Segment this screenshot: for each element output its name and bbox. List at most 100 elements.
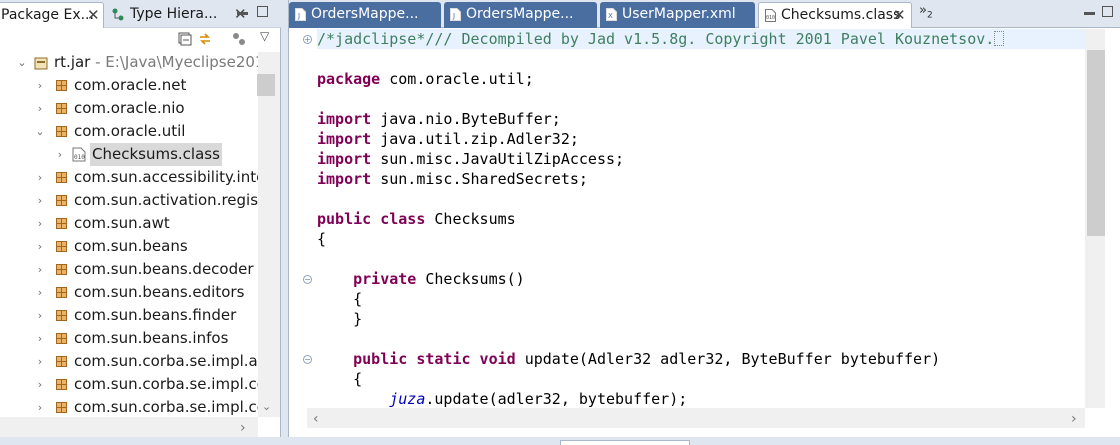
tree-item-package[interactable]: › com.oracle.nio: [0, 97, 258, 120]
scrollbar-thumb[interactable]: [257, 74, 275, 96]
tab-label: Type Hiera...: [130, 6, 218, 22]
tree-item-label: com.sun.beans.infos: [74, 329, 229, 347]
tree-item-package[interactable]: › com.sun.corba.se.impl.cc: [0, 396, 258, 419]
package-icon: [56, 379, 67, 390]
tree-item-package[interactable]: › com.sun.activation.regist: [0, 189, 258, 212]
code-editor: J OrdersMappe... J OrdersMappe... X User…: [288, 0, 1120, 437]
svg-text:010: 010: [766, 15, 775, 21]
tab-type-hierarchy[interactable]: Type Hiera... ✕: [108, 2, 248, 28]
focus-icon[interactable]: [232, 32, 246, 46]
collapse-fold-icon[interactable]: −: [303, 355, 312, 364]
chevron-down-icon[interactable]: ⌄: [16, 51, 28, 74]
tree-item-label: Checksums.class: [90, 143, 222, 166]
tree-item-package[interactable]: ⌄ com.oracle.util: [0, 120, 258, 143]
expand-fold-icon[interactable]: +: [303, 35, 312, 44]
close-icon[interactable]: ✕: [893, 3, 906, 27]
chevron-right-icon[interactable]: ›: [34, 327, 46, 350]
chevron-right-icon[interactable]: ›: [34, 212, 46, 235]
editor-tab-orders-mapper[interactable]: J OrdersMappe...: [289, 2, 441, 28]
maximize-icon[interactable]: [1102, 6, 1113, 17]
tree-item-package[interactable]: › com.sun.beans.editors: [0, 281, 258, 304]
explorer-toolbar: ▽: [0, 29, 280, 51]
java-file-icon: J: [450, 8, 461, 21]
tree-item-label: com.oracle.util: [74, 122, 186, 140]
chevron-right-icon[interactable]: ›: [34, 373, 46, 396]
chevron-right-icon[interactable]: ›: [54, 143, 66, 166]
maximize-icon[interactable]: [257, 6, 268, 17]
code-line: public static void update(Adler32 adler3…: [353, 350, 941, 368]
tree-item-package[interactable]: › com.sun.accessibility.inte: [0, 166, 258, 189]
tree-item-package[interactable]: › com.sun.beans.finder: [0, 304, 258, 327]
tree-item-label: com.sun.activation.regist: [74, 191, 258, 209]
package-icon: [56, 310, 67, 321]
collapse-all-icon[interactable]: [178, 32, 192, 46]
minimize-icon[interactable]: [1084, 12, 1095, 15]
scroll-down-icon[interactable]: ⌄: [262, 400, 271, 413]
folded-text-marker[interactable]: [994, 31, 1005, 46]
chevron-right-icon[interactable]: ›: [34, 97, 46, 120]
chevron-right-icon[interactable]: ›: [34, 189, 46, 212]
close-icon[interactable]: ✕: [87, 3, 100, 27]
code-line: import sun.misc.JavaUtilZipAccess;: [317, 150, 625, 168]
tree-item-package[interactable]: › com.sun.beans: [0, 235, 258, 258]
tree-item-rt-jar[interactable]: ⌄ rt.jar - E:\Java\Myeclipse201: [0, 51, 258, 74]
view-menu-icon[interactable]: ▽: [260, 29, 269, 43]
tree-vertical-scrollbar[interactable]: [258, 52, 280, 417]
chevron-right-icon[interactable]: ›: [34, 350, 46, 373]
tree-item-label: com.sun.awt: [74, 214, 170, 232]
bottom-panel-tab[interactable]: [560, 440, 690, 445]
package-icon: [56, 241, 67, 252]
code-line: import java.util.zip.Adler32;: [317, 130, 579, 148]
code-line: {: [317, 370, 363, 388]
tree-item-package[interactable]: › com.sun.awt: [0, 212, 258, 235]
tree-item-package[interactable]: › com.sun.corba.se.impl.ac: [0, 350, 258, 373]
svg-text:010: 010: [74, 154, 85, 161]
svg-text:J: J: [452, 12, 455, 20]
chevron-right-icon[interactable]: ›: [34, 281, 46, 304]
editor-horizontal-scrollbar[interactable]: [307, 408, 1085, 428]
tab-package-explorer[interactable]: Package Ex... ✕: [0, 2, 104, 28]
tree-item-label: com.sun.corba.se.impl.cc: [74, 375, 258, 393]
chevron-right-icon[interactable]: ›: [34, 304, 46, 327]
tree-item-package[interactable]: › com.sun.beans.infos: [0, 327, 258, 350]
code-line: public class Checksums: [317, 210, 516, 228]
tree-horizontal-scrollbar[interactable]: [0, 417, 258, 437]
tree-item-package[interactable]: › com.oracle.net: [0, 74, 258, 97]
collapse-fold-icon[interactable]: −: [303, 275, 312, 284]
jar-icon: [34, 57, 48, 70]
chevron-right-icon[interactable]: ›: [34, 396, 46, 419]
code-line: }: [317, 310, 363, 328]
chevron-right-icon[interactable]: ›: [34, 166, 46, 189]
code-line: private Checksums(): [353, 270, 525, 288]
tab-overflow-icon[interactable]: »2: [919, 3, 933, 21]
tree-item-class[interactable]: › 010 Checksums.class: [0, 143, 258, 166]
package-icon: [56, 287, 67, 298]
chevron-right-icon[interactable]: ›: [34, 258, 46, 281]
link-with-editor-icon[interactable]: [198, 32, 212, 46]
chevron-down-icon[interactable]: ⌄: [34, 120, 46, 143]
editor-tab-user-mapper-xml[interactable]: X UserMapper.xml: [600, 2, 755, 28]
tree-item-package[interactable]: › com.sun.beans.decoder: [0, 258, 258, 281]
svg-text:J: J: [297, 12, 300, 20]
chevron-right-icon[interactable]: ›: [34, 235, 46, 258]
editor-tab-checksums-class[interactable]: 010 Checksums.class ✕: [758, 2, 912, 28]
scroll-right-icon[interactable]: ›: [1071, 411, 1077, 427]
minimize-icon[interactable]: [237, 12, 248, 15]
code-line: /*jadclipse*/// Decompiled by Jad v1.5.8…: [317, 29, 1085, 49]
code-keyword: package: [317, 70, 381, 88]
class-file-icon: 010: [765, 9, 776, 22]
scrollbar-thumb[interactable]: [1087, 50, 1105, 236]
code-line: {: [317, 230, 327, 248]
tab-label: Package Ex...: [1, 7, 94, 23]
package-explorer-panel: Package Ex... ✕ Type Hiera... ✕: [0, 0, 281, 437]
tree-item-package[interactable]: › com.sun.corba.se.impl.cc: [0, 373, 258, 396]
scroll-right-icon[interactable]: ›: [240, 420, 246, 436]
chevron-right-icon[interactable]: ›: [34, 74, 46, 97]
scroll-left-icon[interactable]: ‹: [313, 411, 319, 427]
editor-tab-orders-mapper-2[interactable]: J OrdersMappe...: [444, 2, 597, 28]
tree-item-label: com.sun.accessibility.inte: [74, 168, 258, 186]
source-code[interactable]: /*jadclipse*/// Decompiled by Jad v1.5.8…: [317, 29, 1085, 408]
